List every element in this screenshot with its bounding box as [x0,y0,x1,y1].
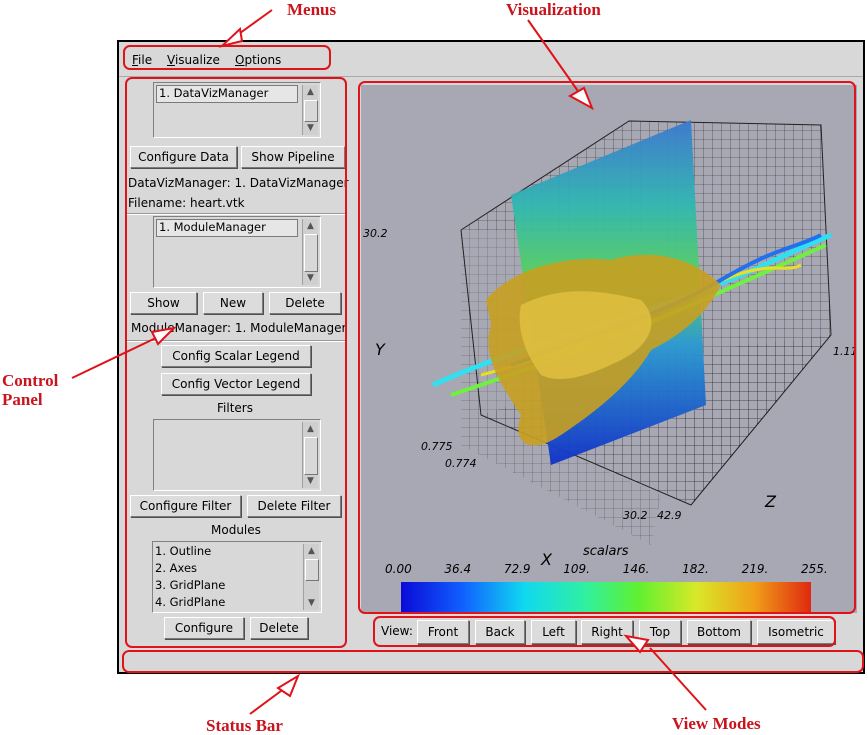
module-manager-list[interactable]: 1. ModuleManager ▲ ▼ [153,216,321,288]
delete-filter-button[interactable]: Delete Filter [247,495,341,517]
x-axis-label: X [540,550,553,569]
list-item[interactable]: 1. ModuleManager [156,219,298,237]
y-bottom-tick: 0.775 [421,440,453,453]
z-front-tick: 42.9 [657,509,682,522]
scroll-up-icon[interactable]: ▲ [304,544,319,558]
legend-tick-label: 255. [801,562,828,576]
filters-list[interactable]: ▲ ▼ [153,419,321,491]
list-item[interactable]: 3. GridPlane [153,577,321,594]
delete-module-manager-button[interactable]: Delete [269,292,341,314]
render-view: Y X Z 30.2 0.775 0.774 30.2 1.11 42.9 sc… [363,120,858,612]
list-item[interactable]: 4. GridPlane [153,594,321,611]
legend-tick-label: 0.00 [385,562,412,576]
scrollbar[interactable]: ▲ ▼ [302,219,318,285]
scroll-up-icon[interactable]: ▲ [303,422,318,436]
configure-module-button[interactable]: Configure [164,617,244,639]
scalar-colorbar [401,582,811,612]
delete-module-button[interactable]: Delete [250,617,308,639]
annotation-control-panel: Control Panel [2,371,58,409]
configure-filter-button[interactable]: Configure Filter [130,495,241,517]
view-right-button[interactable]: Right [581,620,633,644]
view-isometric-button[interactable]: Isometric [757,620,835,644]
list-item[interactable]: 1. Outline [153,543,321,560]
annotation-control-panel-line2: Panel [2,390,43,409]
annotation-visualization: Visualization [506,0,601,19]
data-viz-list[interactable]: 1. DataVizManager ▲ ▼ [153,82,321,138]
legend-tick-label: 109. [563,562,590,576]
divider [125,213,347,215]
new-button[interactable]: New [203,292,263,314]
scroll-down-icon[interactable]: ▼ [303,271,318,285]
legend-title: scalars [583,544,629,559]
datavizmanager-label: DataVizManager: 1. DataVizManager [128,176,349,190]
scrollbar[interactable]: ▲ ▼ [303,544,319,610]
scroll-thumb[interactable] [304,100,318,122]
legend-tick-label: 72.9 [504,562,531,576]
configure-data-button[interactable]: Configure Data [130,146,237,168]
scrollbar[interactable]: ▲ ▼ [302,85,318,135]
modules-heading: Modules [211,523,261,537]
scrollbar[interactable]: ▲ ▼ [302,422,318,488]
annotation-view-modes: View Modes [672,714,761,733]
legend-tick-label: 182. [682,562,709,576]
legend-tick-label: 146. [623,562,650,576]
y-axis-label: Y [375,340,386,359]
view-label: View: [381,624,413,638]
arrow-status-bar [249,687,286,715]
scroll-up-icon[interactable]: ▲ [303,219,318,233]
scroll-down-icon[interactable]: ▼ [303,474,318,488]
menu-options[interactable]: Options [235,53,281,67]
show-button[interactable]: Show [130,292,197,314]
config-scalar-legend-button[interactable]: Config Scalar Legend [161,345,311,367]
list-item[interactable]: 1. DataVizManager [156,85,298,103]
visualization-canvas[interactable]: Y X Z 30.2 0.775 0.774 30.2 1.11 42.9 sc… [361,85,858,613]
x-right-tick: 30.2 [623,509,648,522]
y-top-tick: 30.2 [363,227,388,240]
annotation-menus: Menus [287,0,337,19]
status-bar [124,649,860,671]
legend-tick-label: 219. [742,562,769,576]
annotation-status-bar: Status Bar [206,716,283,735]
menubar: File Visualize Options [119,42,863,77]
view-top-button[interactable]: Top [639,620,681,644]
list-item[interactable]: 2. Axes [153,560,321,577]
view-bottom-button[interactable]: Bottom [687,620,751,644]
menu-visualize[interactable]: Visualize [167,53,220,67]
z-back-tick: 1.11 [833,345,857,358]
config-vector-legend-button[interactable]: Config Vector Legend [161,373,311,395]
scroll-thumb[interactable] [305,559,319,581]
scroll-thumb[interactable] [304,234,318,272]
annotation-control-panel-line1: Control [2,371,59,390]
view-front-button[interactable]: Front [417,620,469,644]
menu-file[interactable]: File [132,53,152,67]
filename-label: Filename: heart.vtk [128,196,245,210]
app-window: File Visualize Options 1. DataVizManager… [117,40,865,674]
modules-list[interactable]: 1. Outline 2. Axes 3. GridPlane 4. GridP… [152,541,322,613]
arrow-menus [235,9,273,37]
show-pipeline-button[interactable]: Show Pipeline [241,146,345,168]
scroll-down-icon[interactable]: ▼ [304,596,319,610]
filters-heading: Filters [217,401,253,415]
view-left-button[interactable]: Left [531,620,576,644]
x-left-tick: 0.774 [445,457,477,470]
modulemanager-label: ModuleManager: 1. ModuleManager [131,321,347,335]
view-back-button[interactable]: Back [475,620,525,644]
scroll-thumb[interactable] [304,437,318,475]
z-axis-label: Z [764,492,777,511]
legend-tick-label: 36.4 [444,562,471,576]
arrow-head-icon [276,673,301,698]
scroll-down-icon[interactable]: ▼ [303,121,318,135]
divider [125,340,347,342]
scroll-up-icon[interactable]: ▲ [303,85,318,99]
